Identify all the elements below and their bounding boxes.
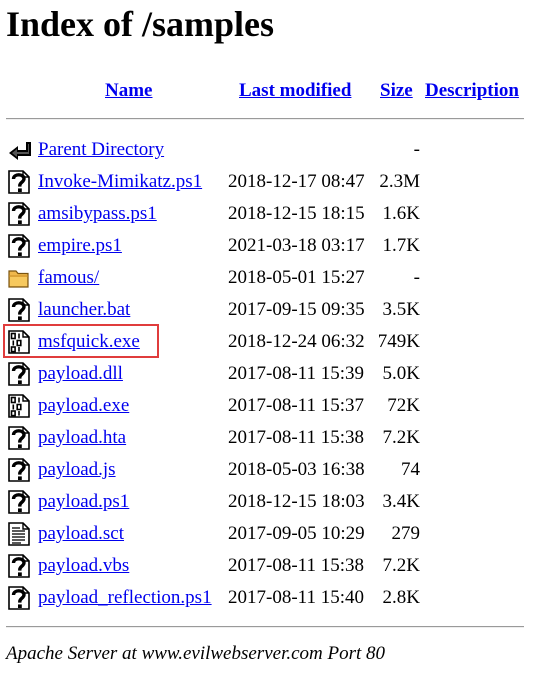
text-file-icon[interactable] xyxy=(8,522,30,546)
file-link[interactable]: payload_reflection.ps1 xyxy=(38,586,212,610)
file-link[interactable]: famous/ xyxy=(38,266,99,290)
file-size: 5.0K xyxy=(382,363,420,384)
file-last-modified: 2017-08-11 15:38 xyxy=(228,555,364,576)
unknown-file-icon[interactable] xyxy=(8,490,30,514)
file-link[interactable]: Parent Directory xyxy=(38,138,164,162)
unknown-file-icon[interactable] xyxy=(8,362,30,386)
file-size: 1.6K xyxy=(382,203,420,224)
file-row-payload-exe: payload.exe 2017-08-11 15:37 72K xyxy=(0,389,539,421)
column-header-size[interactable]: Size xyxy=(380,79,413,103)
column-header-last-modified[interactable]: Last modified xyxy=(239,79,351,103)
server-signature: Apache Server at www.evilwebserver.com P… xyxy=(6,643,386,664)
file-size: 3.4K xyxy=(382,491,420,512)
file-last-modified: 2018-12-24 06:32 xyxy=(228,331,365,352)
file-size: 2.3M xyxy=(379,171,420,192)
file-link[interactable]: payload.vbs xyxy=(38,554,129,578)
back-arrow-icon[interactable] xyxy=(8,138,31,162)
unknown-file-icon[interactable] xyxy=(8,234,30,258)
file-row-payload-sct: payload.sct 2017-09-05 10:29 279 xyxy=(0,517,539,549)
binary-file-icon[interactable] xyxy=(8,394,30,418)
file-last-modified: 2017-09-05 10:29 xyxy=(228,523,365,544)
file-size: 279 xyxy=(391,523,421,544)
file-size: 749K xyxy=(377,331,420,352)
file-size: 74 xyxy=(401,459,420,480)
file-last-modified: 2021-03-18 03:17 xyxy=(228,235,365,256)
file-last-modified: 2017-09-15 09:35 xyxy=(228,299,365,320)
file-link[interactable]: payload.js xyxy=(38,458,116,482)
file-last-modified: 2017-08-11 15:40 xyxy=(228,587,364,608)
file-size: 1.7K xyxy=(382,235,420,256)
file-link[interactable]: payload.exe xyxy=(38,394,129,418)
file-size: 72K xyxy=(387,395,420,416)
unknown-file-icon[interactable] xyxy=(8,426,30,450)
file-row-payload-dll: payload.dll 2017-08-11 15:39 5.0K xyxy=(0,357,539,389)
file-last-modified: 2017-08-11 15:38 xyxy=(228,427,364,448)
unknown-file-icon[interactable] xyxy=(8,170,30,194)
binary-file-icon[interactable] xyxy=(8,330,30,354)
file-size: 2.8K xyxy=(382,587,420,608)
file-link[interactable]: payload.dll xyxy=(38,362,123,386)
file-link[interactable]: Invoke-Mimikatz.ps1 xyxy=(38,170,202,194)
file-size: 7.2K xyxy=(382,555,420,576)
file-last-modified: 2018-05-03 16:38 xyxy=(228,459,365,480)
file-row-empire-ps1: empire.ps1 2021-03-18 03:17 1.7K xyxy=(0,229,539,261)
file-row-payload-reflection-ps1: payload_reflection.ps1 2017-08-11 15:40 2.… xyxy=(0,581,539,613)
file-link[interactable]: msfquick.exe xyxy=(38,330,140,354)
file-row-payload-vbs: payload.vbs 2017-08-11 15:38 7.2K xyxy=(0,549,539,581)
header-divider xyxy=(6,118,524,120)
column-header-name[interactable]: Name xyxy=(105,79,152,103)
file-row-amsibypass-ps1: amsibypass.ps1 2018-12-15 18:15 1.6K xyxy=(0,197,539,229)
unknown-file-icon[interactable] xyxy=(8,586,30,610)
file-last-modified xyxy=(228,138,374,162)
file-row-payload-hta: payload.hta 2017-08-11 15:38 7.2K xyxy=(0,421,539,453)
file-link[interactable]: amsibypass.ps1 xyxy=(38,202,157,226)
file-row-parent-directory: Parent Directory - xyxy=(0,133,539,165)
unknown-file-icon[interactable] xyxy=(8,554,30,578)
folder-icon[interactable] xyxy=(8,266,30,290)
file-link[interactable]: launcher.bat xyxy=(38,298,130,322)
file-link[interactable]: payload.hta xyxy=(38,426,126,450)
column-header-description[interactable]: Description xyxy=(425,79,519,103)
file-last-modified: 2018-12-15 18:03 xyxy=(228,491,365,512)
file-link[interactable]: empire.ps1 xyxy=(38,234,122,258)
file-last-modified: 2017-08-11 15:37 xyxy=(228,395,364,416)
unknown-file-icon[interactable] xyxy=(8,298,30,322)
file-row-invoke-mimikatz-ps1: Invoke-Mimikatz.ps1 2018-12-17 08:47 2.3M xyxy=(0,165,539,197)
file-size: - xyxy=(413,267,420,288)
file-link[interactable]: payload.ps1 xyxy=(38,490,129,514)
file-size: 7.2K xyxy=(382,427,420,448)
file-last-modified: 2018-05-01 15:27 xyxy=(228,267,365,288)
file-size: - xyxy=(413,139,420,160)
file-row-payload-ps1: payload.ps1 2018-12-15 18:03 3.4K xyxy=(0,485,539,517)
file-last-modified: 2018-12-15 18:15 xyxy=(228,203,365,224)
file-last-modified: 2018-12-17 08:47 xyxy=(228,171,365,192)
file-row-famous: famous/2018-05-01 15:27 - xyxy=(0,261,539,293)
file-row-payload-js: payload.js 2018-05-03 16:38 74 xyxy=(0,453,539,485)
file-last-modified: 2017-08-11 15:39 xyxy=(228,363,364,384)
file-row-launcher-bat: launcher.bat 2017-09-15 09:35 3.5K xyxy=(0,293,539,325)
file-link[interactable]: payload.sct xyxy=(38,522,124,546)
page-title: Index of /samples xyxy=(6,4,275,44)
footer-divider xyxy=(6,626,524,628)
unknown-file-icon[interactable] xyxy=(8,458,30,482)
file-row-msfquick-exe: msfquick.exe 2018-12-24 06:32 749K xyxy=(0,325,539,357)
unknown-file-icon[interactable] xyxy=(8,202,30,226)
file-size: 3.5K xyxy=(382,299,420,320)
